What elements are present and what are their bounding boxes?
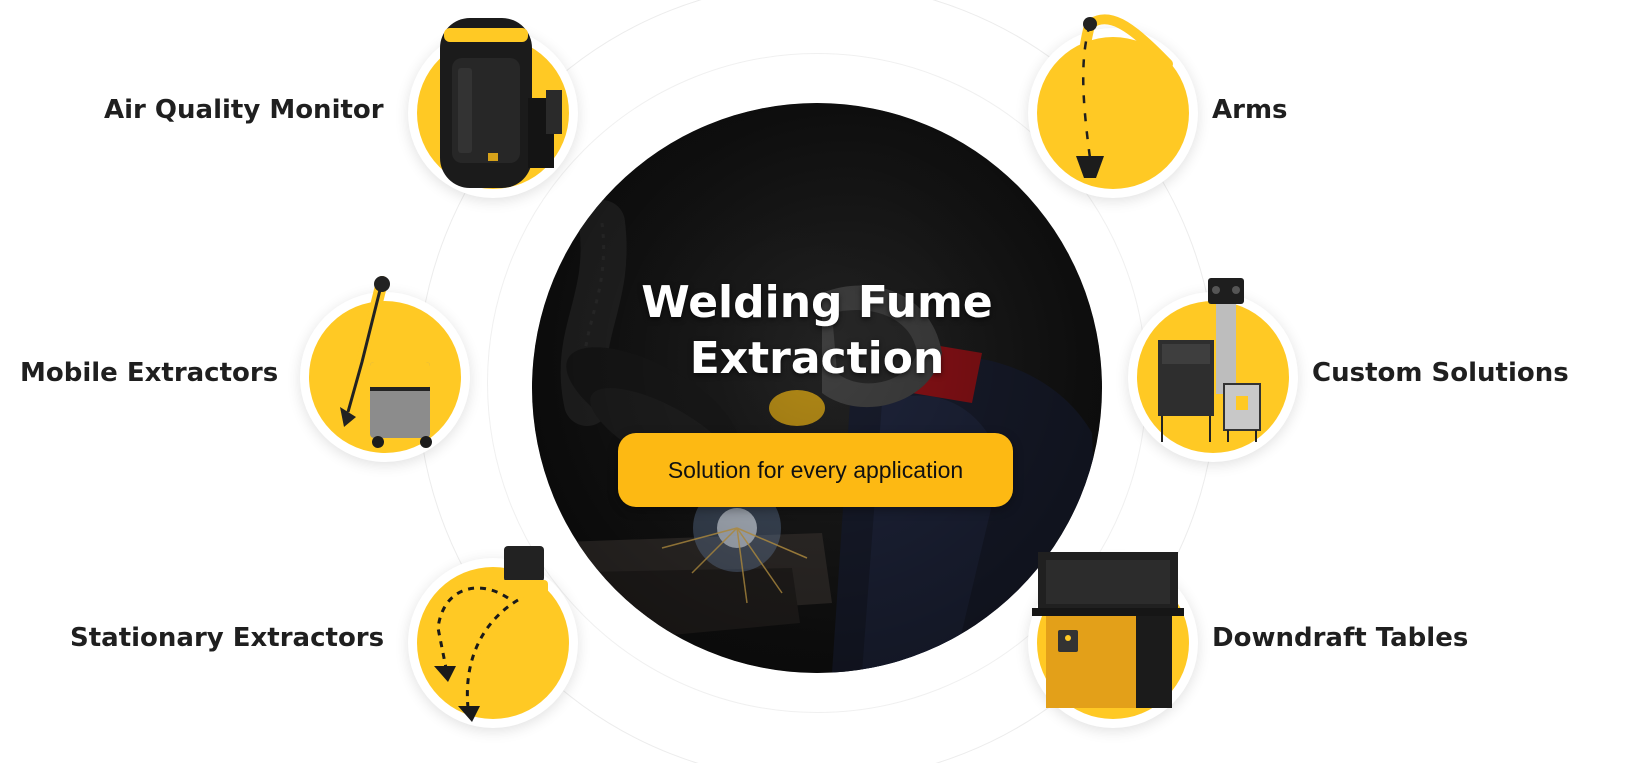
welder-scene-image — [532, 103, 1102, 673]
custom-solutions-button[interactable] — [1128, 278, 1298, 462]
mobile-extractors-button[interactable] — [300, 276, 470, 462]
air-quality-monitor-label[interactable]: Air Quality Monitor — [104, 94, 384, 126]
hero-title-line-1: Welding Fume — [641, 277, 993, 328]
hero-title-line-2: Extraction — [689, 333, 945, 384]
downdraft-tables-button[interactable] — [1028, 552, 1198, 728]
hero-title: Welding Fume Extraction — [532, 275, 1102, 387]
mobile-extractor-icon — [340, 276, 432, 448]
downdraft-tables-label[interactable]: Downdraft Tables — [1212, 622, 1468, 654]
downdraft-table-icon — [1032, 552, 1184, 708]
mobile-extractors-label[interactable]: Mobile Extractors — [20, 357, 278, 389]
stationary-extractors-button[interactable] — [408, 546, 578, 728]
custom-solutions-label[interactable]: Custom Solutions — [1312, 357, 1569, 389]
hero-circle: Welding Fume Extraction Solution for eve… — [532, 103, 1102, 673]
stationary-extractor-icon — [432, 546, 548, 722]
air-quality-monitor-icon — [440, 18, 562, 188]
custom-solution-icon — [1158, 278, 1261, 442]
solution-cta-button[interactable]: Solution for every application — [618, 433, 1013, 507]
arms-label[interactable]: Arms — [1212, 94, 1288, 126]
stationary-extractors-label[interactable]: Stationary Extractors — [70, 622, 384, 654]
extraction-arm-icon — [1076, 14, 1173, 178]
product-wheel: Welding Fume Extraction Solution for eve… — [0, 0, 1634, 763]
air-quality-monitor-button[interactable] — [408, 18, 578, 198]
arms-button[interactable] — [1028, 14, 1198, 198]
